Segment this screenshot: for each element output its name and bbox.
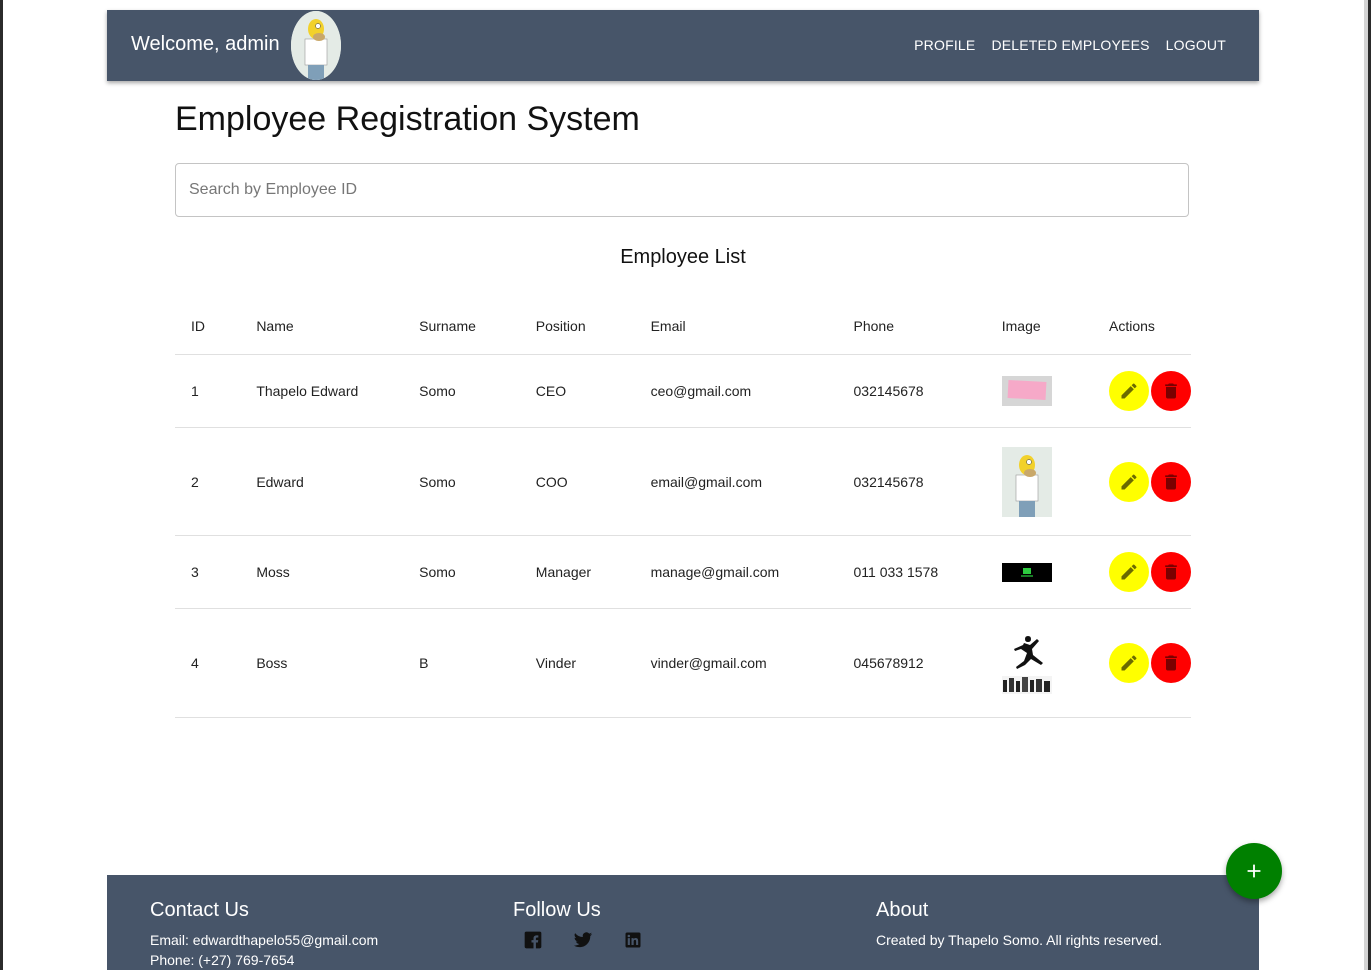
plus-icon (1247, 864, 1261, 878)
cell-name: Boss (240, 608, 404, 718)
cell-phone: 045678912 (837, 608, 986, 718)
cell-position: CEO (519, 354, 635, 428)
delete-button[interactable] (1151, 461, 1191, 502)
cell-name: Thapelo Edward (240, 354, 404, 428)
window-border-left (0, 0, 3, 970)
footer-contact-title: Contact Us (150, 899, 249, 921)
delete-button[interactable] (1151, 371, 1191, 411)
cell-surname: B (403, 608, 520, 718)
header-actions: Actions (1093, 298, 1191, 355)
cell-actions (1093, 354, 1191, 428)
cell-actions (1093, 608, 1191, 718)
cell-actions (1093, 427, 1191, 536)
nav-links: PROFILE DELETED EMPLOYEES LOGOUT (914, 37, 1226, 53)
footer-contact: Contact Us Email: edwardthapelo55@gmail.… (150, 899, 378, 970)
avatar[interactable] (291, 11, 341, 80)
cell-actions (1093, 535, 1191, 609)
edit-button[interactable] (1109, 552, 1149, 592)
cell-phone: 011 033 1578 (837, 535, 986, 609)
footer-contact-phone: Phone: (+27) 769-7654 (150, 952, 295, 968)
cell-phone: 032145678 (837, 354, 986, 428)
cell-image (985, 608, 1093, 718)
table-row: 4 Boss B Vinder vinder@gmail.com 0456789… (175, 608, 1191, 718)
linkedin-icon[interactable] (623, 930, 643, 950)
trash-icon (1165, 655, 1177, 671)
header-id: ID (175, 298, 241, 355)
header-name: Name (240, 298, 404, 355)
pencil-icon (1121, 383, 1137, 399)
nav-profile-link[interactable]: PROFILE (914, 37, 975, 53)
cell-position: COO (519, 427, 635, 536)
nav-deleted-employees-link[interactable]: DELETED EMPLOYEES (991, 37, 1149, 53)
welcome-text: Welcome, admin (131, 33, 280, 55)
table-row: 3 Moss Somo Manager manage@gmail.com 011… (175, 535, 1191, 609)
edit-button[interactable] (1109, 643, 1149, 683)
cell-position: Manager (519, 535, 635, 609)
table-row: 1 Thapelo Edward Somo CEO ceo@gmail.com … (175, 354, 1191, 428)
trash-icon (1165, 564, 1177, 580)
delete-button[interactable] (1151, 643, 1191, 683)
twitter-icon[interactable] (573, 930, 593, 950)
footer-follow-title: Follow Us (513, 899, 601, 921)
edit-button[interactable] (1109, 461, 1149, 502)
cell-image (985, 354, 1093, 428)
nav-logout-link[interactable]: LOGOUT (1166, 37, 1226, 53)
employee-photo (1001, 446, 1052, 517)
footer-about-title: About (876, 899, 929, 921)
footer-about: About Created by Thapelo Somo. All right… (876, 899, 1162, 950)
cell-image (985, 427, 1093, 536)
cell-image (985, 535, 1093, 609)
cell-email: vinder@gmail.com (634, 608, 838, 718)
cell-email: ceo@gmail.com (634, 354, 838, 428)
cell-id: 4 (175, 608, 241, 718)
avatar-homer-image (291, 11, 341, 80)
table-header-row: ID Name Surname Position Email Phone Ima… (175, 298, 1191, 355)
header-surname: Surname (403, 298, 520, 355)
cell-id: 1 (175, 354, 241, 428)
top-navbar: Welcome, admin PROFILE DELETED EMPLOYEES… (107, 10, 1259, 81)
header-image: Image (985, 298, 1093, 355)
cell-surname: Somo (403, 354, 520, 428)
footer-about-text: Created by Thapelo Somo. All rights rese… (876, 932, 1163, 948)
footer-contact-email: Email: edwardthapelo55@gmail.com (150, 932, 379, 948)
edit-button[interactable] (1109, 371, 1149, 411)
delete-button[interactable] (1151, 552, 1191, 592)
pencil-icon (1121, 473, 1137, 489)
trash-icon (1165, 383, 1177, 399)
header-email: Email (634, 298, 838, 355)
cell-email: email@gmail.com (634, 427, 838, 536)
employee-photo (1001, 632, 1052, 694)
pencil-icon (1121, 564, 1137, 580)
add-employee-button[interactable] (1226, 843, 1282, 899)
cell-position: Vinder (519, 608, 635, 718)
header-position: Position (519, 298, 635, 355)
page-title: Employee Registration System (175, 100, 640, 138)
table-row: 2 Edward Somo COO email@gmail.com 032145… (175, 427, 1191, 536)
cell-id: 2 (175, 427, 241, 536)
cell-surname: Somo (403, 535, 520, 609)
cell-phone: 032145678 (837, 427, 986, 536)
header-phone: Phone (837, 298, 986, 355)
pencil-icon (1121, 655, 1137, 671)
search-input[interactable] (175, 163, 1189, 217)
footer: Contact Us Email: edwardthapelo55@gmail.… (107, 875, 1259, 970)
employee-table: ID Name Surname Position Email Phone Ima… (175, 298, 1191, 718)
cell-surname: Somo (403, 427, 520, 536)
cell-name: Edward (240, 427, 404, 536)
trash-icon (1165, 474, 1177, 489)
cell-id: 3 (175, 535, 241, 609)
facebook-icon[interactable] (523, 930, 543, 950)
employee-photo (1001, 376, 1052, 406)
employee-list-title: Employee List (620, 246, 746, 268)
cell-email: manage@gmail.com (634, 535, 838, 609)
footer-follow: Follow Us (513, 899, 643, 950)
employee-photo (1001, 562, 1052, 582)
cell-name: Moss (240, 535, 404, 609)
